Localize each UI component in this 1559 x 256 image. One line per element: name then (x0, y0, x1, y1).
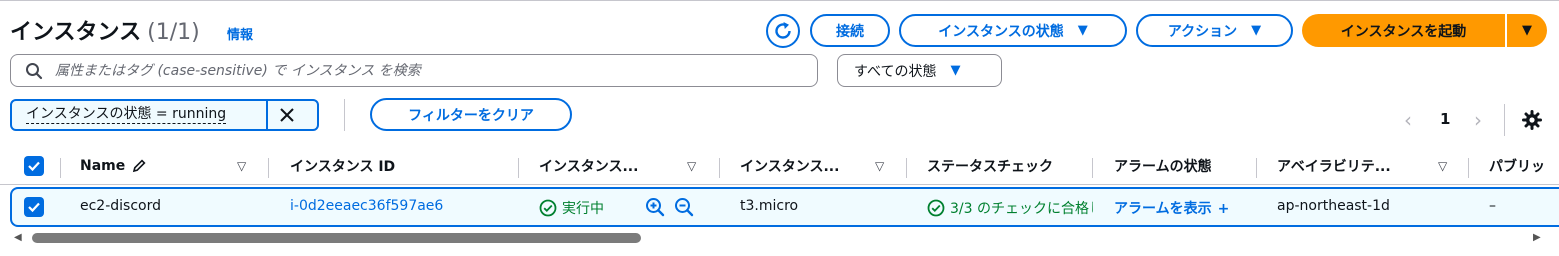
cell-instance-id-link[interactable]: i-0d2eeaec36f597ae6 (290, 198, 443, 214)
close-icon (279, 108, 294, 122)
info-link[interactable]: 情報 (227, 24, 253, 43)
next-page-icon[interactable]: › (1474, 108, 1482, 132)
header-divider (0, 184, 1559, 185)
divider (1504, 104, 1505, 136)
caret-down-icon: ▼ (1077, 23, 1088, 38)
zoom-out-button[interactable] (674, 197, 694, 221)
checkmark-icon (28, 202, 40, 213)
select-all-checkbox[interactable] (24, 156, 44, 176)
filter-token-label[interactable]: インスタンスの状態 = running (12, 101, 266, 129)
column-divider[interactable] (719, 158, 720, 178)
actions-dropdown[interactable]: アクション ▼ (1136, 14, 1293, 47)
plus-icon: + (1217, 201, 1230, 217)
column-divider[interactable] (268, 158, 269, 178)
sort-icon[interactable]: ▽ (1438, 159, 1447, 173)
remove-filter-button[interactable] (266, 101, 305, 129)
page-title: インスタンス (1/1) (10, 20, 200, 45)
instance-state-dropdown[interactable]: インスタンスの状態 ▼ (899, 14, 1127, 47)
search-icon (25, 62, 43, 80)
actions-label: アクション (1167, 23, 1238, 40)
column-divider (60, 158, 61, 178)
scroll-right-icon[interactable]: ▶ (1533, 232, 1541, 243)
column-header-status-check[interactable]: ステータスチェック (927, 148, 1075, 184)
table-header: Name ▽ インスタンス ID インスタンス... ▽ インスタンス... ▽… (0, 148, 1559, 184)
column-header-alarm-status[interactable]: アラームの状態 (1114, 148, 1249, 184)
check-circle-icon (927, 199, 945, 217)
column-header-instance-id[interactable]: インスタンス ID (290, 148, 510, 184)
refresh-button[interactable] (766, 14, 800, 48)
page-number[interactable]: 1 (1440, 110, 1450, 128)
column-divider[interactable] (1092, 158, 1093, 178)
check-circle-icon (539, 199, 557, 217)
settings-button[interactable] (1521, 109, 1543, 135)
launch-dropdown-button[interactable]: ▼ (1507, 14, 1547, 47)
column-header-instance-state[interactable]: インスタンス... ▽ (539, 148, 719, 184)
column-divider[interactable] (1468, 158, 1469, 178)
caret-down-icon: ▼ (1522, 23, 1532, 38)
view-alarms-link[interactable]: アラームを表示 + (1114, 198, 1229, 218)
column-header-availability-zone[interactable]: アベイラビリテ... ▽ (1277, 148, 1457, 184)
gear-icon (1522, 110, 1542, 130)
horizontal-scrollbar-thumb[interactable] (32, 233, 641, 243)
refresh-icon (775, 22, 791, 39)
top-border (0, 0, 1559, 1)
zoom-in-icon (646, 198, 665, 217)
status-check-label: 3/3 のチェックに合格しました (950, 201, 1093, 217)
scroll-left-icon[interactable]: ◀ (14, 232, 22, 243)
sort-icon[interactable]: ▽ (687, 159, 696, 173)
cell-availability-zone: ap-northeast-1d (1277, 198, 1390, 214)
column-divider[interactable] (906, 158, 907, 178)
column-header-public-dns[interactable]: パブリッ (1489, 148, 1559, 184)
selection-count: (1/1) (147, 20, 200, 45)
divider (344, 99, 345, 131)
state-filter-value: すべての状態 (854, 63, 937, 80)
cell-name: ec2-discord (80, 198, 161, 214)
cell-instance-type: t3.micro (740, 198, 799, 214)
search-box[interactable] (10, 54, 818, 87)
cell-instance-state: 実行中 (539, 198, 604, 218)
cell-status-check: 3/3 のチェックに合格しました (927, 198, 1093, 218)
column-header-name[interactable]: Name ▽ (80, 148, 260, 184)
pencil-icon (133, 159, 146, 173)
caret-down-icon: ▼ (1251, 23, 1262, 38)
launch-instance-button[interactable]: インスタンスを起動 (1302, 14, 1505, 47)
column-header-instance-type[interactable]: インスタンス... ▽ (740, 148, 900, 184)
sort-icon[interactable]: ▽ (875, 159, 884, 173)
checkmark-icon (28, 161, 40, 172)
search-input[interactable] (53, 61, 797, 80)
zoom-in-button[interactable] (645, 197, 665, 221)
column-divider[interactable] (518, 158, 519, 178)
state-label: 実行中 (562, 201, 604, 217)
caret-down-icon: ▼ (950, 63, 961, 78)
row-checkbox[interactable] (24, 197, 44, 217)
zoom-out-icon (675, 198, 694, 217)
column-divider[interactable] (1256, 158, 1257, 178)
previous-page-icon[interactable]: ‹ (1404, 108, 1412, 132)
connect-button[interactable]: 接続 (810, 14, 890, 47)
sort-icon[interactable]: ▽ (237, 159, 246, 173)
clear-filters-button[interactable]: フィルターをクリア (370, 98, 572, 131)
state-filter-select[interactable]: すべての状態 ▼ (837, 54, 1002, 87)
instance-state-label: インスタンスの状態 (938, 23, 1064, 40)
filter-token[interactable]: インスタンスの状態 = running (10, 99, 319, 131)
cell-public-dns: – (1489, 198, 1496, 214)
